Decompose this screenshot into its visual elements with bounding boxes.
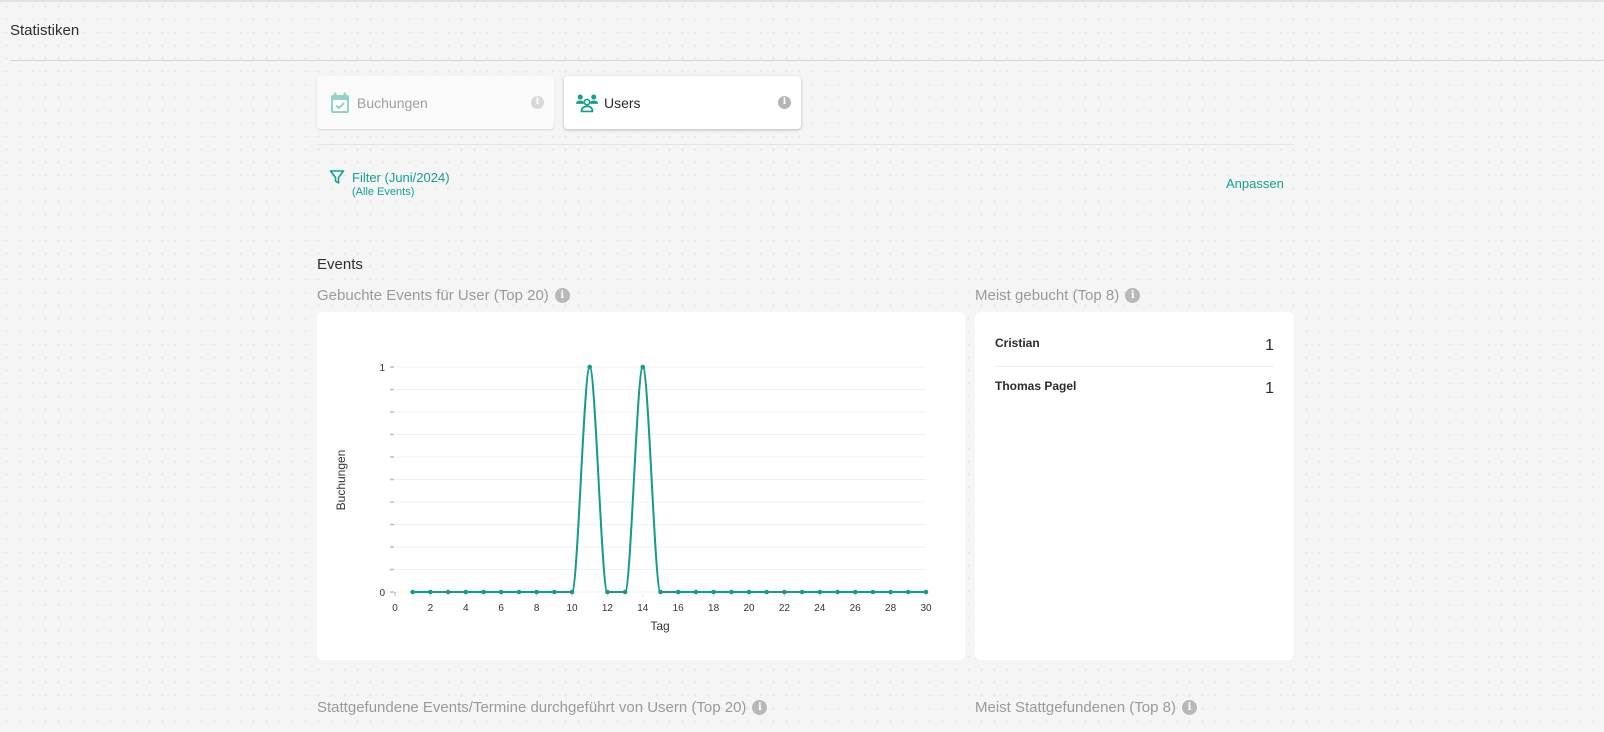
filter-icon	[329, 169, 345, 185]
y-tick-label: 1	[379, 363, 385, 374]
data-point	[782, 589, 787, 595]
x-tick-label: 16	[673, 603, 685, 614]
events-heading: Events	[317, 256, 363, 273]
booking-count: 1	[1265, 379, 1274, 397]
data-point	[711, 589, 716, 595]
filter-toggle[interactable]: Filter (Juni/2024) (Alle Events)	[329, 169, 450, 199]
data-point	[516, 589, 522, 595]
data-point	[658, 589, 663, 595]
tab-users-label: Users	[604, 94, 641, 111]
data-point	[428, 589, 433, 595]
info-icon[interactable]: i	[752, 700, 768, 715]
tab-buchungen[interactable]: Buchungen i	[317, 76, 554, 129]
y-axis-ticks: 01	[379, 363, 394, 599]
booked-events-chart-card: 01 0 2 4 6 8 10 12 14 16 18 20 22 24 26 28 30 Tag Buchu…	[317, 312, 965, 660]
x-tick-label: 26	[850, 603, 862, 614]
data-point	[622, 589, 628, 595]
x-tick-label: 8	[534, 603, 540, 614]
most-booked-title: Meist gebucht (Top 8) i	[975, 287, 1141, 304]
chart-grid	[395, 366, 926, 593]
data-point	[923, 589, 929, 595]
data-point	[410, 589, 415, 595]
user-name: Thomas Pagel	[995, 378, 1077, 393]
x-axis-ticks: 0 2 4 6 8 10 12 14 16 18 20 22 24 26 28 30	[392, 592, 932, 614]
info-icon[interactable]: i	[1181, 700, 1197, 715]
calendar-check-icon	[329, 92, 351, 114]
data-point	[569, 589, 575, 595]
x-tick-label: 2	[428, 603, 434, 614]
data-point	[799, 589, 805, 595]
data-point	[552, 589, 557, 595]
x-tick-label: 14	[637, 603, 649, 614]
info-icon[interactable]: i	[554, 288, 570, 303]
x-tick-label: 22	[779, 603, 791, 614]
users-group-icon	[576, 92, 598, 114]
data-point	[463, 589, 469, 595]
held-events-chart-title: Stattgefundene Events/Termine durchgefüh…	[317, 699, 768, 716]
data-point	[729, 589, 734, 595]
data-point	[835, 589, 840, 595]
data-point	[870, 589, 876, 595]
info-icon[interactable]: i	[778, 96, 791, 109]
x-tick-label: 30	[920, 603, 932, 614]
most-held-title: Meist Stattgefundenen (Top 8) i	[975, 699, 1197, 716]
x-tick-label: 18	[708, 603, 720, 614]
tab-users[interactable]: Users i	[564, 76, 801, 129]
data-point	[693, 589, 699, 595]
info-icon[interactable]: i	[1125, 288, 1141, 303]
y-tick-label: 0	[379, 588, 385, 599]
data-point	[445, 589, 451, 595]
booked-events-chart-title: Gebuchte Events für User (Top 20) i	[317, 287, 570, 304]
data-point	[481, 589, 486, 595]
adjust-filter-link[interactable]: Anpassen	[1226, 176, 1284, 191]
x-tick-label: 24	[814, 603, 826, 614]
x-tick-label: 20	[743, 603, 755, 614]
most-booked-title-text: Meist gebucht (Top 8)	[975, 287, 1120, 304]
x-tick-label: 10	[566, 603, 578, 614]
user-name: Cristian	[995, 336, 1040, 350]
data-point	[852, 589, 858, 595]
data-point	[764, 589, 769, 595]
data-point	[498, 589, 504, 595]
booked-events-line-chart: 01 0 2 4 6 8 10 12 14 16 18 20 22 24 26 28 30 Tag Buchu…	[334, 363, 932, 633]
most-held-title-text: Meist Stattgefundenen (Top 8)	[975, 699, 1176, 716]
data-point	[746, 589, 752, 595]
data-point	[534, 589, 539, 595]
data-point	[640, 364, 646, 370]
x-tick-label: 12	[602, 603, 614, 614]
list-item: Thomas Pagel 1	[995, 367, 1274, 410]
title-divider	[10, 60, 1604, 61]
data-point	[906, 589, 911, 595]
page-title: Statistiken	[10, 22, 80, 39]
x-tick-label: 4	[463, 603, 469, 614]
data-point	[675, 589, 681, 595]
filter-subtitle: (Alle Events)	[352, 186, 415, 198]
most-booked-list: Cristian 1 Thomas Pagel 1	[975, 312, 1294, 660]
booked-events-chart-title-text: Gebuchte Events für User (Top 20)	[317, 287, 549, 304]
info-icon[interactable]: i	[531, 96, 544, 109]
filter-title: Filter (Juni/2024)	[352, 170, 450, 185]
x-tick-label: 6	[498, 603, 504, 614]
section-divider	[317, 144, 1294, 145]
held-events-chart-title-text: Stattgefundene Events/Termine durchgefüh…	[317, 699, 747, 716]
data-point	[888, 589, 893, 595]
x-tick-label: 0	[392, 603, 398, 614]
data-point	[587, 364, 592, 370]
x-axis-label: Tag	[650, 619, 669, 633]
data-point	[605, 589, 610, 595]
y-axis-label: Buchungen	[334, 450, 348, 511]
tab-buchungen-label: Buchungen	[357, 94, 428, 111]
list-item: Cristian 1	[995, 326, 1274, 367]
x-tick-label: 28	[885, 603, 897, 614]
data-point	[817, 589, 823, 595]
booking-count: 1	[1265, 337, 1274, 354]
